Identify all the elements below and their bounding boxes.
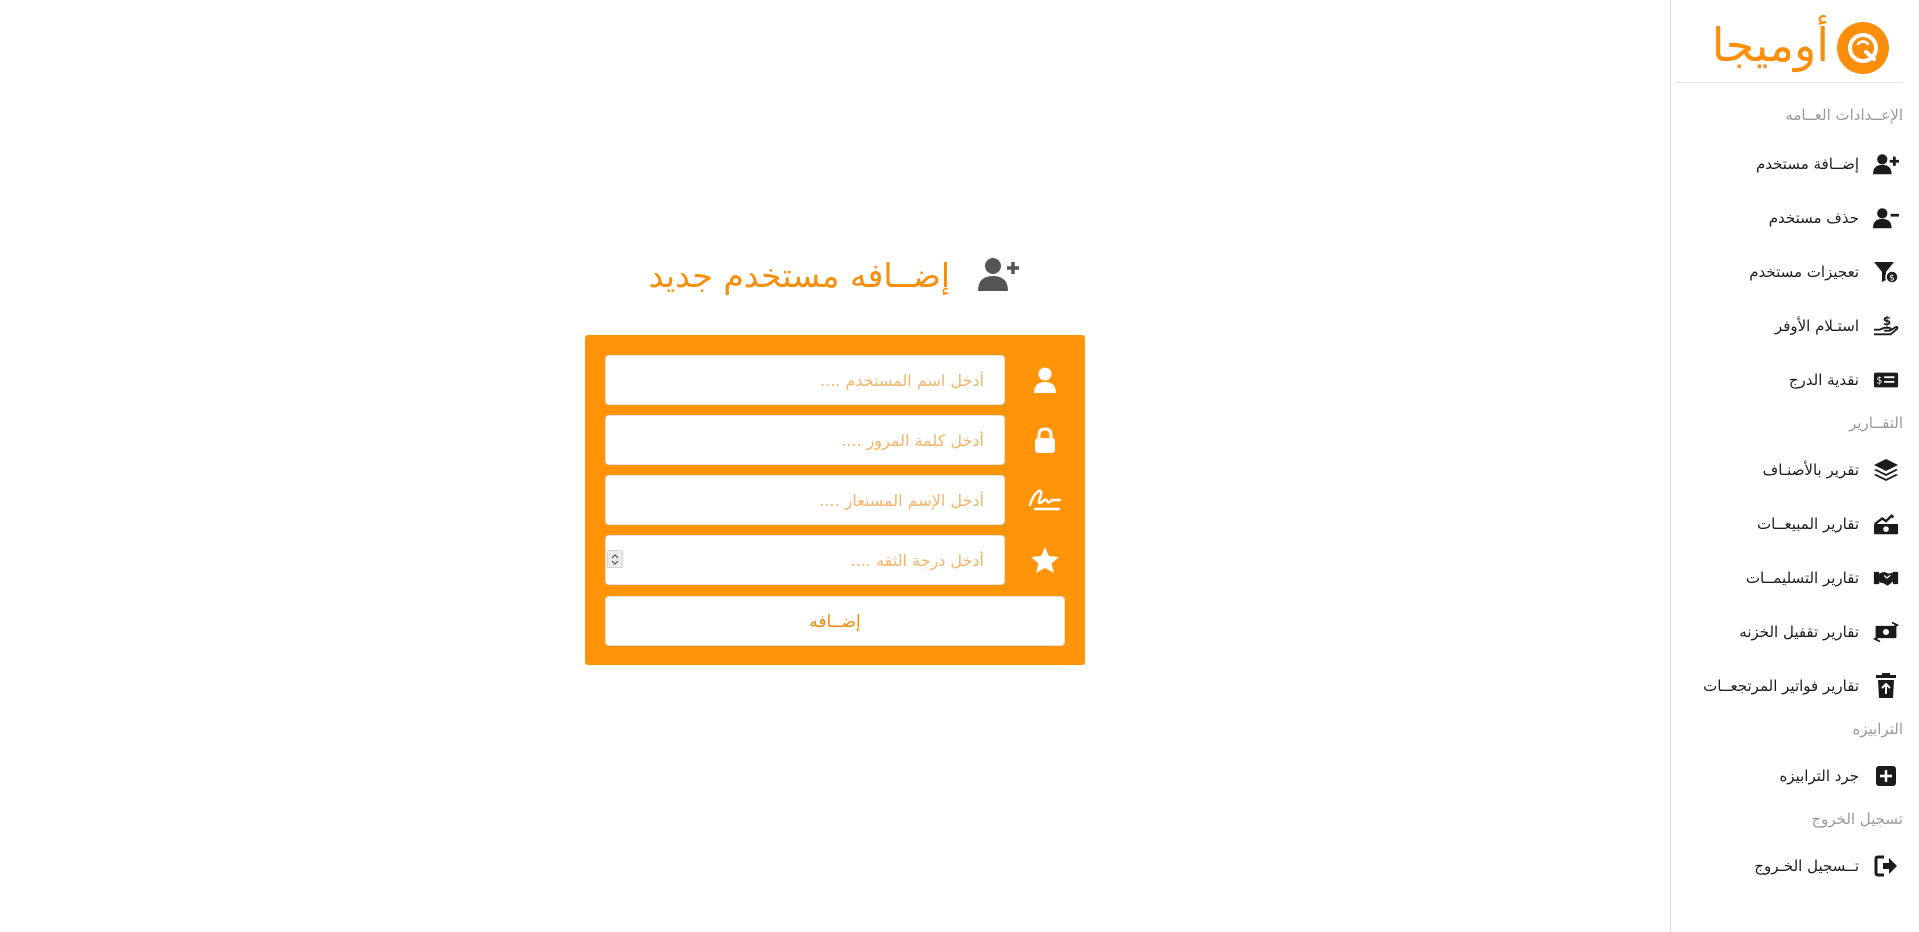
sidebar-item-user-restrictions[interactable]: $ تعجيزات مستخدم: [1671, 252, 1919, 292]
lock-icon: [1025, 415, 1065, 465]
trash-arrow-up-icon: [1873, 673, 1899, 698]
sidebar-item-delete-user[interactable]: حذف مستخدم: [1671, 198, 1919, 238]
funnel-dollar-icon: $: [1873, 260, 1899, 284]
user-minus-icon: [1873, 206, 1899, 230]
sidebar-item-label: تقارير التسليمــات: [1745, 569, 1859, 587]
sidebar-item-label: جرد الترابيزه: [1779, 767, 1859, 785]
section-heading-general-settings: الإعــدادات العــامه: [1785, 106, 1903, 124]
square-plus-icon: [1873, 764, 1899, 788]
sidebar-item-deliveries-reports[interactable]: تقارير التسليمــات: [1671, 558, 1919, 598]
sidebar-item-label: إضــافة مستخدم: [1755, 155, 1859, 173]
sidebar-item-label: تقارير تقفيل الخزنه: [1739, 623, 1859, 641]
trust-level-input[interactable]: [605, 535, 1005, 585]
user-icon: [1025, 355, 1065, 405]
sign-out-icon: [1873, 854, 1899, 878]
layer-group-icon: [1873, 458, 1899, 482]
brand[interactable]: أوميجا: [1675, 14, 1903, 83]
sidebar-item-closing-reports[interactable]: تقارير تقفيل الخزنه: [1671, 612, 1919, 652]
sidebar-item-drawer-cash[interactable]: $ نقدية الدرج: [1671, 360, 1919, 400]
sidebar-item-logout[interactable]: تــسجيل الخـروج: [1671, 846, 1919, 886]
section-heading-table: الترابيزه: [1852, 720, 1903, 738]
sidebar-item-label: استـلام الأوفر: [1774, 317, 1859, 335]
money-bill-transfer-icon: [1873, 620, 1899, 644]
sack-dollar-icon: [1873, 512, 1899, 536]
number-spinner[interactable]: [607, 550, 623, 568]
password-input[interactable]: [605, 415, 1005, 465]
sidebar-item-label: تقارير فواتير المرتجعــات: [1703, 677, 1859, 695]
money-check-dollar-icon: $: [1873, 368, 1899, 392]
trust-level-row: [605, 535, 1065, 585]
nickname-row: [605, 475, 1065, 525]
page-header: إضــافه مستخدم جديد: [640, 250, 1040, 302]
svg-text:$: $: [1877, 376, 1883, 387]
sidebar-item-label: تقرير بالأصنـاف: [1762, 461, 1859, 479]
sidebar-item-receive-over[interactable]: $ استـلام الأوفر: [1671, 306, 1919, 346]
user-plus-icon: [978, 256, 1020, 296]
handshake-icon: [1873, 566, 1899, 590]
star-icon: [1025, 535, 1065, 585]
username-row: [605, 355, 1065, 405]
section-heading-reports: التقــارير: [1849, 414, 1903, 432]
sidebar-item-add-user[interactable]: إضــافة مستخدم: [1671, 144, 1919, 184]
sidebar: أوميجا الإعــدادات العــامه إضــافة مستخ…: [1670, 0, 1919, 932]
sidebar-item-returns-reports[interactable]: تقارير فواتير المرتجعــات: [1671, 666, 1919, 706]
svg-text:$: $: [1883, 314, 1891, 328]
sidebar-item-items-report[interactable]: تقرير بالأصنـاف: [1671, 450, 1919, 490]
sidebar-item-label: تــسجيل الخـروج: [1754, 857, 1859, 875]
nickname-input[interactable]: [605, 475, 1005, 525]
sidebar-item-label: تقارير المبيعــات: [1757, 515, 1859, 533]
sidebar-item-sales-reports[interactable]: تقارير المبيعــات: [1671, 504, 1919, 544]
sidebar-item-label: حذف مستخدم: [1768, 209, 1859, 227]
add-button[interactable]: إضــافه: [605, 596, 1065, 646]
brand-name: أوميجا: [1711, 18, 1829, 72]
sidebar-item-table-inventory[interactable]: جرد الترابيزه: [1671, 756, 1919, 796]
signature-icon: [1025, 475, 1065, 525]
page-title: إضــافه مستخدم جديد: [648, 256, 950, 295]
section-heading-logout: تسجيل الخروج: [1811, 810, 1903, 828]
brand-logo-icon: [1837, 22, 1889, 74]
username-input[interactable]: [605, 355, 1005, 405]
sidebar-item-label: تعجيزات مستخدم: [1749, 263, 1859, 281]
hand-holding-dollar-icon: $: [1873, 314, 1899, 338]
add-user-form: إضــافه: [585, 335, 1085, 665]
svg-text:$: $: [1889, 274, 1895, 284]
user-plus-icon: [1873, 152, 1899, 176]
password-row: [605, 415, 1065, 465]
sidebar-item-label: نقدية الدرج: [1788, 371, 1859, 389]
